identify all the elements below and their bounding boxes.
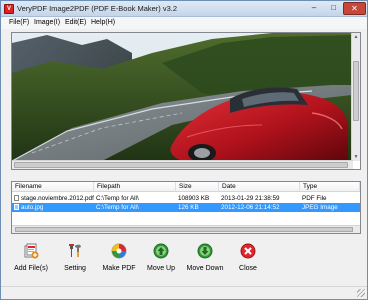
- move-down-label: Move Down: [186, 265, 224, 272]
- move-up-button[interactable]: Move Up: [137, 243, 185, 277]
- close-window-button[interactable]: ✕: [343, 2, 366, 15]
- filepath-cell: C:\Temp for All\: [96, 195, 139, 202]
- close-x-icon: [240, 243, 256, 259]
- table-row-selected[interactable]: auto.jpg C:\Temp for All\ 126 KB 2012-12…: [12, 203, 360, 212]
- window-title: VeryPDF Image2PDF (PDF E-Book Maker) v3.…: [17, 4, 178, 13]
- type-cell: PDF File: [302, 195, 327, 202]
- make-pdf-icon: [111, 243, 127, 259]
- filepath-cell: C:\Temp for All\: [96, 204, 139, 211]
- date-cell: 2013-01-29 21:38:59: [221, 195, 280, 202]
- menu-image[interactable]: Image(I): [34, 18, 60, 28]
- title-bar[interactable]: V VeryPDF Image2PDF (PDF E-Book Maker) v…: [1, 1, 367, 17]
- preview-vertical-scrollbar[interactable]: ▲ ▼: [351, 33, 360, 161]
- maximize-button[interactable]: □: [324, 2, 343, 15]
- app-logo-icon: V: [4, 4, 14, 14]
- table-row[interactable]: stage.noviembre.2012.pdf C:\Temp for All…: [12, 194, 360, 203]
- move-down-icon: [197, 243, 213, 259]
- status-bar: [1, 286, 367, 299]
- type-cell: JPEG Image: [302, 204, 338, 211]
- scroll-down-arrow-icon[interactable]: ▼: [353, 154, 359, 160]
- column-header-date[interactable]: Date: [219, 182, 300, 192]
- size-cell: 108903 KB: [178, 195, 210, 202]
- close-label: Close: [239, 265, 257, 272]
- setting-label: Setting: [64, 265, 86, 272]
- column-header-type[interactable]: Type: [300, 182, 360, 192]
- add-files-button[interactable]: Add File(s): [7, 243, 55, 277]
- file-icon: [14, 195, 19, 201]
- column-header-size[interactable]: Size: [176, 182, 219, 192]
- menu-file[interactable]: File(F): [9, 18, 29, 28]
- file-list: Filename Filepath Size Date Type stage.n…: [11, 181, 361, 234]
- menu-bar: File(F) Image(I) Edit(E) Help(H): [1, 17, 367, 29]
- add-files-icon: [24, 243, 39, 259]
- resize-grip-icon[interactable]: [357, 289, 365, 297]
- size-cell: 126 KB: [178, 204, 199, 211]
- make-pdf-label: Make PDF: [102, 265, 136, 272]
- image-file-icon: [14, 204, 19, 210]
- move-up-icon: [153, 243, 169, 259]
- preview-vertical-scroll-thumb[interactable]: [353, 61, 359, 121]
- move-up-label: Move Up: [146, 265, 175, 272]
- file-list-scroll-thumb[interactable]: [15, 227, 353, 232]
- filename-cell: auto.jpg: [12, 203, 94, 212]
- menu-edit[interactable]: Edit(E): [65, 18, 86, 28]
- column-header-filename[interactable]: Filename: [12, 182, 94, 192]
- image-preview: ▲ ▼: [11, 32, 361, 170]
- move-down-button[interactable]: Move Down: [181, 243, 229, 277]
- make-pdf-button[interactable]: Make PDF: [95, 243, 143, 277]
- date-cell: 2012-12-06 21:14:52: [221, 204, 280, 211]
- minimize-button[interactable]: –: [304, 2, 324, 15]
- preview-horizontal-scroll-thumb[interactable]: [14, 162, 348, 168]
- app-window: V VeryPDF Image2PDF (PDF E-Book Maker) v…: [0, 0, 368, 300]
- scroll-up-arrow-icon[interactable]: ▲: [353, 34, 359, 40]
- setting-tools-icon: [69, 244, 81, 257]
- filename-cell: stage.noviembre.2012.pdf: [12, 194, 94, 203]
- car-preview-image: [12, 33, 352, 161]
- setting-button[interactable]: Setting: [51, 243, 99, 277]
- menu-help[interactable]: Help(H): [91, 18, 115, 28]
- file-list-horizontal-scrollbar[interactable]: [12, 225, 360, 233]
- column-header-filepath[interactable]: Filepath: [94, 182, 176, 192]
- preview-horizontal-scrollbar[interactable]: [12, 160, 353, 169]
- close-button[interactable]: Close: [224, 243, 272, 277]
- add-files-label: Add File(s): [14, 265, 48, 272]
